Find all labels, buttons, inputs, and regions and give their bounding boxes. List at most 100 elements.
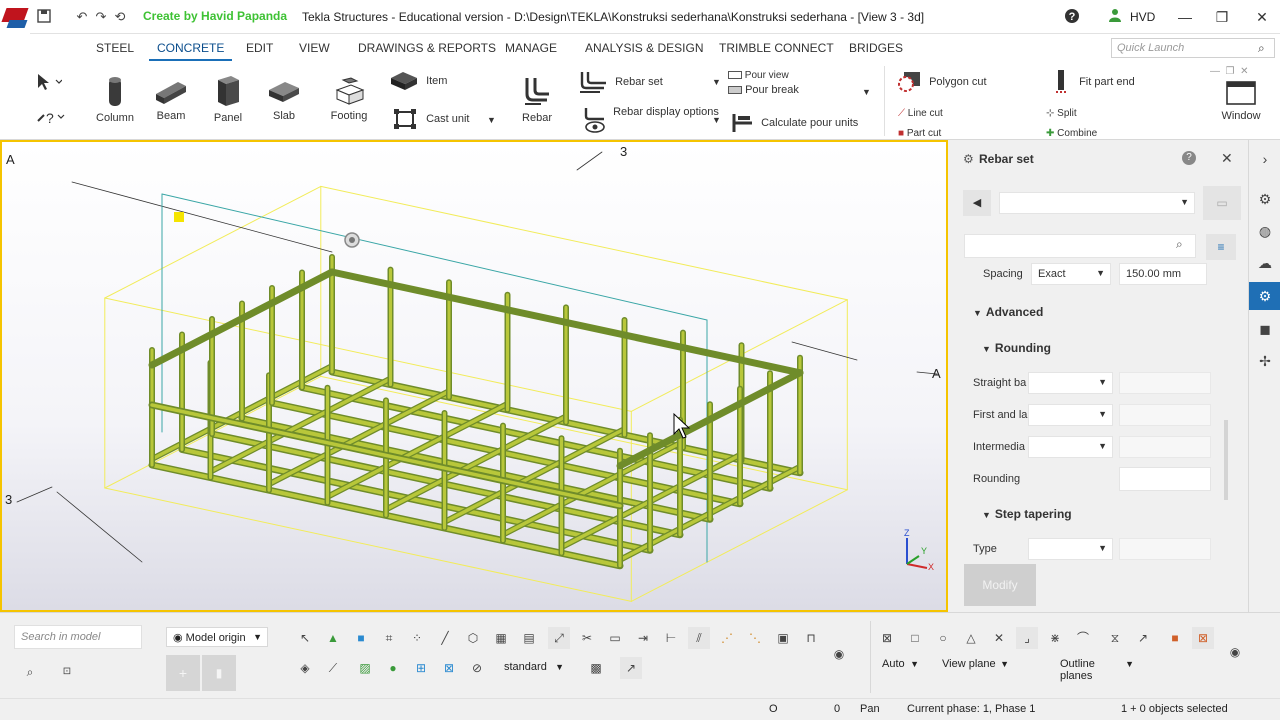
beam-button[interactable]: Beam [148,76,194,122]
tab-manage[interactable]: MANAGE [505,41,557,55]
triangle-tool-icon[interactable]: △ [960,627,982,649]
help-query-icon[interactable]: ? [34,107,66,130]
panel-scrollbar[interactable] [1224,420,1228,500]
rebar-display-dropdown-icon[interactable]: ▼ [712,115,721,125]
user-name[interactable]: HVD [1130,10,1155,24]
select-assembly-icon[interactable]: ⬡ [462,627,484,649]
eye-icon[interactable]: ◉ [828,643,850,665]
grid-lines-icon[interactable]: ⊠ [438,657,460,679]
snap-perpendicular-icon[interactable]: ⋱ [744,627,766,649]
layer-icon[interactable]: ◈ [294,657,316,679]
eye-icon-right[interactable]: ◉ [1224,641,1246,663]
circle-tool-icon[interactable]: ○ [932,627,954,649]
chevron-right-icon[interactable]: › [1254,148,1276,170]
fill-tool-icon[interactable]: ■ [1164,627,1186,649]
search-icon[interactable]: ⌕ [1258,41,1265,56]
properties-preset-select[interactable]: ▼ [999,192,1195,214]
spacing-value-field[interactable]: 150.00 mm [1119,263,1207,285]
snap-box-icon[interactable]: ▭ [604,627,626,649]
footing-button[interactable]: Footing [326,76,372,122]
mirror-tool-icon[interactable]: ⋇ [1044,627,1066,649]
arrow-tool-icon[interactable]: ↗ [1132,627,1154,649]
column-button[interactable]: Column [92,76,138,124]
save-icon[interactable] [36,9,52,25]
snap-end-icon[interactable]: ⊢ [660,627,682,649]
type-select[interactable]: ▼ [1028,538,1113,560]
slab-button[interactable]: Slab [262,78,306,122]
cube-icon[interactable]: ◼ [1254,318,1276,340]
panel-help-icon[interactable]: ? [1182,151,1196,165]
snap-any-icon[interactable]: ▣ [772,627,794,649]
components-icon[interactable]: ✢ [1254,350,1276,372]
select-reinforcement-icon[interactable]: ▤ [518,627,540,649]
redo-icon[interactable]: ↷ [93,9,109,25]
tab-bridges[interactable]: BRIDGES [849,41,903,55]
snap-line-icon[interactable]: ⤢ [548,627,570,649]
property-search-icon[interactable]: ⌕ [1176,237,1183,252]
cast-unit-button[interactable]: Cast unit [393,108,469,130]
list-view-icon[interactable]: ≡ [1206,234,1236,260]
window-button[interactable]: Window [1216,80,1266,122]
rebar-cage-scene[interactable] [2,142,946,610]
property-search-input[interactable] [964,234,1196,258]
select-lines-icon[interactable]: ╱ [434,627,456,649]
rectangle-tool-icon[interactable]: □ [904,627,926,649]
polygon-cut-button[interactable]: Polygon cut [898,70,987,94]
wave-tool-icon[interactable]: ⌒ [1072,627,1094,649]
model-origin-dropdown[interactable]: ◉ Model origin ▼ [166,627,268,647]
rebar-button[interactable]: Rebar [516,74,558,124]
intermediate-select[interactable]: ▼ [1028,436,1113,458]
help-icon[interactable]: ? [1062,8,1082,26]
model-view-3d[interactable]: A A 3 3 Z Y X [0,140,948,612]
texture-icon[interactable]: ▩ [585,657,607,679]
line-cut-button[interactable]: ⟋ Line cut [898,108,943,119]
view-plane-dropdown[interactable]: View plane ▼ [936,655,1012,675]
standard-dropdown[interactable]: standard ▼ [498,658,570,678]
properties-gear-icon[interactable]: ⚙ [1249,282,1280,310]
save-preset-icon[interactable]: ▭ [1203,186,1241,220]
snap-extension-icon[interactable]: ⫽ [688,627,710,649]
quick-launch-input[interactable]: Quick Launch [1111,38,1275,58]
add-plane-button[interactable]: + [166,655,200,691]
minimize-button[interactable]: — [1175,8,1195,26]
hourglass-tool-icon[interactable]: ⧖ [1104,627,1126,649]
cast-unit-dropdown-icon[interactable]: ▼ [487,115,496,125]
pour-dropdown-icon[interactable]: ▼ [862,87,871,97]
status-current-phase[interactable]: Current phase: 1, Phase 1 [907,703,1035,715]
corner-tool-icon[interactable]: ⌟ [1016,627,1038,649]
step-tapering-section-header[interactable]: ▼ Step tapering [982,507,1072,521]
fit-part-end-button[interactable]: Fit part end [1054,68,1135,96]
rebar-set-dropdown-icon[interactable]: ▼ [712,77,721,87]
history-icon[interactable]: ⟲ [112,9,128,25]
snap-cross-icon[interactable]: ✂ [576,627,598,649]
tab-edit[interactable]: EDIT [246,41,273,55]
pick-point-icon[interactable]: ⟋ [322,657,344,679]
rebar-display-options-button[interactable]: Rebar display options [582,106,719,134]
first-last-select[interactable]: ▼ [1028,404,1113,426]
ribbon-window-controls[interactable]: — ❐ ✕ [1210,66,1248,77]
search-icon[interactable]: ⌕ [19,661,41,683]
calculate-pour-units-button[interactable]: Calculate pour units [730,112,858,134]
back-arrow-icon[interactable]: ◀ [963,190,991,216]
zoom-search-icon[interactable]: ⊡ [56,661,78,683]
spacing-mode-select[interactable]: Exact ▼ [1031,263,1111,285]
tab-drawings-reports[interactable]: DRAWINGS & REPORTS [358,41,496,55]
cloud-icon[interactable]: ☁ [1254,252,1276,274]
tab-trimble-connect[interactable]: TRIMBLE CONNECT [719,41,834,55]
pour-break-button[interactable]: Pour break [728,84,799,96]
settings-search-icon[interactable]: ⚙ [1254,188,1276,210]
snap-align-icon[interactable]: ⇥ [632,627,654,649]
rebar-set-button[interactable]: Rebar set [578,70,663,94]
snap-intersect-icon[interactable]: ⋰ [716,627,738,649]
advanced-section-header[interactable]: ▼ Advanced [973,305,1043,319]
user-icon[interactable] [1107,8,1123,26]
globe-icon[interactable]: ◍ [1254,220,1276,242]
select-grid-icon[interactable]: ⁘ [406,627,428,649]
part-cut-button[interactable]: ■ Part cut [898,128,941,139]
item-button[interactable]: Item [389,70,447,92]
tab-concrete[interactable]: CONCRETE [148,41,233,61]
straight-bars-select[interactable]: ▼ [1028,372,1113,394]
restore-button[interactable]: ❐ [1212,8,1232,26]
work-plane-icon[interactable]: ▨ [354,657,376,679]
search-in-model-input[interactable]: Search in model [14,625,142,649]
